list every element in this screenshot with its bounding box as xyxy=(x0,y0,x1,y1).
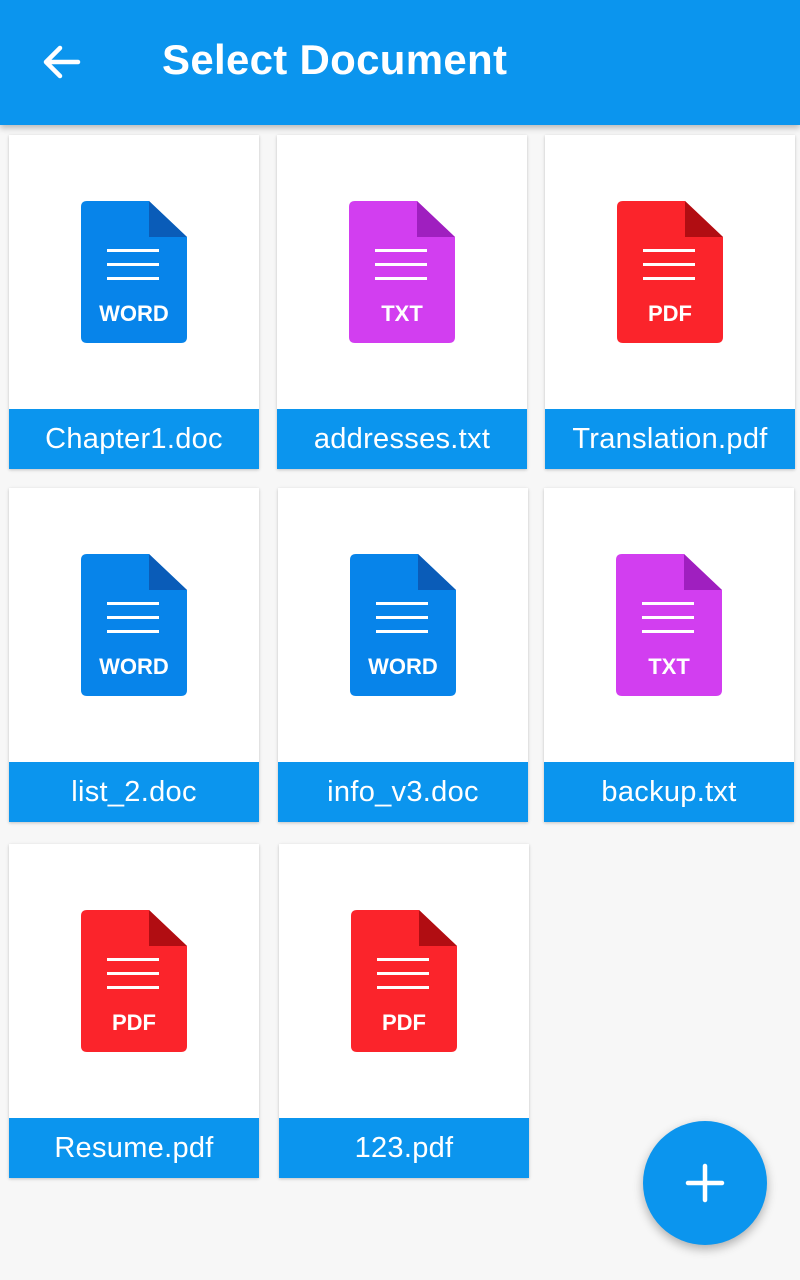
file-type-label: WORD xyxy=(99,654,169,679)
arrow-left-icon xyxy=(43,45,81,79)
document-card[interactable]: WORD Chapter1.doc xyxy=(9,135,259,469)
back-button[interactable] xyxy=(30,30,94,94)
document-name: Translation.pdf xyxy=(572,422,768,455)
plus-icon xyxy=(685,1163,725,1203)
document-thumbnail: PDF xyxy=(279,844,529,1118)
pdf-file-icon: PDF xyxy=(351,910,457,1052)
word-file-icon: WORD xyxy=(350,554,456,696)
document-thumbnail: PDF xyxy=(9,844,259,1118)
document-thumbnail: TXT xyxy=(544,488,794,762)
file-type-label: PDF xyxy=(648,301,692,326)
txt-file-icon: TXT xyxy=(616,554,722,696)
document-name-bar: list_2.doc xyxy=(9,762,259,822)
word-file-icon: WORD xyxy=(81,201,187,343)
document-thumbnail: WORD xyxy=(278,488,528,762)
document-card[interactable]: PDF 123.pdf xyxy=(279,844,529,1178)
document-name-bar: Chapter1.doc xyxy=(9,409,259,469)
document-card[interactable]: WORD info_v3.doc xyxy=(278,488,528,822)
document-name-bar: backup.txt xyxy=(544,762,794,822)
document-name-bar: info_v3.doc xyxy=(278,762,528,822)
document-name-bar: 123.pdf xyxy=(279,1118,529,1178)
document-card[interactable]: PDF Resume.pdf xyxy=(9,844,259,1178)
document-card[interactable]: TXT addresses.txt xyxy=(277,135,527,469)
document-card[interactable]: TXT backup.txt xyxy=(544,488,794,822)
document-name-bar: addresses.txt xyxy=(277,409,527,469)
file-type-label: WORD xyxy=(99,301,169,326)
word-file-icon: WORD xyxy=(81,554,187,696)
pdf-file-icon: PDF xyxy=(81,910,187,1052)
document-name: Chapter1.doc xyxy=(45,422,223,455)
file-type-label: TXT xyxy=(381,301,423,326)
document-card[interactable]: WORD list_2.doc xyxy=(9,488,259,822)
pdf-file-icon: PDF xyxy=(617,201,723,343)
document-name-bar: Resume.pdf xyxy=(9,1118,259,1178)
document-name: Resume.pdf xyxy=(54,1131,214,1164)
file-type-label: PDF xyxy=(382,1010,426,1035)
document-name: addresses.txt xyxy=(313,422,491,455)
file-type-label: WORD xyxy=(368,654,438,679)
document-name-bar: Translation.pdf xyxy=(545,409,795,469)
document-name: backup.txt xyxy=(601,775,737,808)
document-thumbnail: WORD xyxy=(9,135,259,409)
file-type-label: PDF xyxy=(112,1010,156,1035)
add-document-button[interactable] xyxy=(643,1121,767,1245)
document-thumbnail: TXT xyxy=(277,135,527,409)
app-bar: Select Document xyxy=(0,0,800,125)
document-name: list_2.doc xyxy=(71,775,197,808)
document-card[interactable]: PDF Translation.pdf xyxy=(545,135,795,469)
document-name: 123.pdf xyxy=(354,1131,454,1164)
document-thumbnail: PDF xyxy=(545,135,795,409)
page-title: Select Document xyxy=(162,36,508,83)
document-thumbnail: WORD xyxy=(9,488,259,762)
document-name: info_v3.doc xyxy=(327,775,479,808)
file-type-label: TXT xyxy=(648,654,690,679)
document-grid: WORD Chapter1.doc TXT addresses.txt PDF … xyxy=(0,0,800,1280)
txt-file-icon: TXT xyxy=(349,201,455,343)
